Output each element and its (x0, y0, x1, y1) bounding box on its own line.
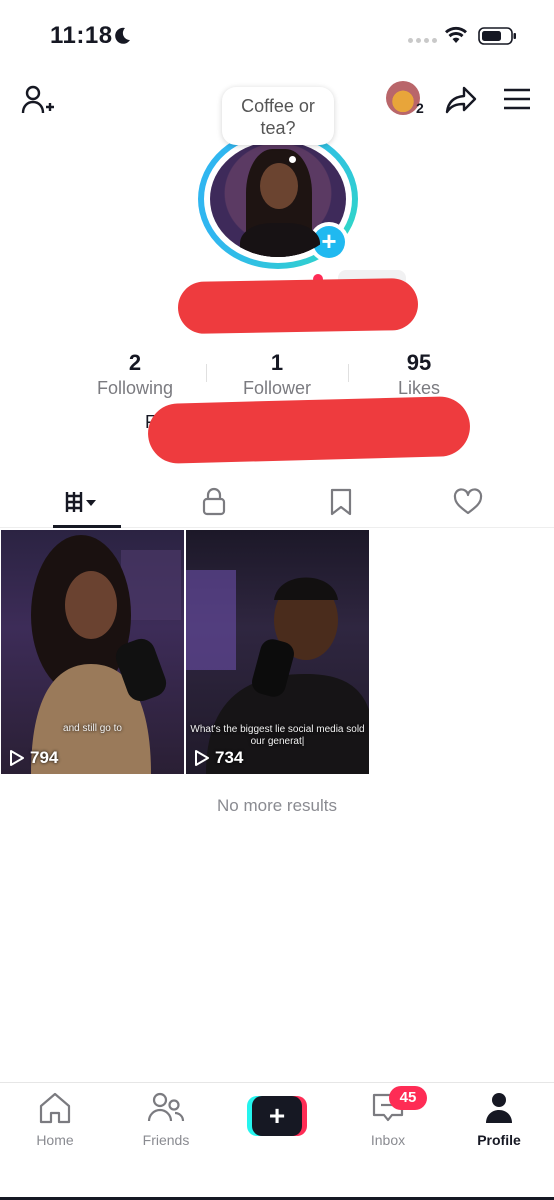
tab-liked[interactable] (423, 480, 513, 528)
wifi-icon (445, 26, 467, 43)
inbox-badge: 45 (389, 1086, 427, 1110)
play-icon (10, 750, 24, 766)
bookmark-icon (330, 488, 352, 516)
nav-home[interactable]: Home (10, 1091, 100, 1148)
moon-icon (115, 27, 130, 44)
tab-private[interactable] (169, 480, 259, 528)
visitor-avatar (386, 81, 420, 115)
video-caption: and still go to (63, 723, 122, 734)
nav-profile[interactable]: Profile (454, 1091, 544, 1148)
video-thumbnail-image (31, 535, 181, 774)
active-tab-indicator (53, 525, 121, 528)
view-count: 794 (9, 748, 58, 768)
visitors-count: 2 (416, 100, 424, 116)
stat-label: Follower (242, 378, 312, 398)
status-bar: 11:18 (0, 0, 554, 70)
stat-following[interactable]: 2 Following (65, 350, 205, 400)
video-thumbnail[interactable]: and still go to 794 (1, 530, 184, 774)
redacted-username (177, 277, 419, 335)
profile-stats: 2 Following 1 Follower 95 Likes (0, 350, 554, 400)
bottom-nav-bar: Home Friends + Inbox 45 Profile (0, 1082, 554, 1200)
add-friend-icon[interactable] (20, 83, 56, 119)
create-button[interactable]: + (247, 1096, 307, 1136)
cellular-signal-icon (408, 38, 437, 43)
nav-label: Profile (477, 1132, 521, 1148)
stat-followers[interactable]: 1 Follower (207, 350, 347, 400)
nav-label: Home (36, 1132, 74, 1148)
profile-visitors-button[interactable]: 2 (386, 81, 424, 117)
video-caption: What's the biggest lie social media sold… (190, 724, 365, 747)
view-count-value: 794 (30, 748, 59, 767)
battery-icon (478, 27, 516, 45)
status-time: 11:18 (50, 22, 113, 49)
note-bubble[interactable]: Coffee or tea? (222, 87, 334, 145)
stat-likes[interactable]: 95 Likes (349, 350, 489, 400)
redacted-bio (147, 395, 471, 465)
nav-friends[interactable]: Friends (121, 1091, 211, 1148)
tab-saved[interactable] (296, 480, 386, 528)
tab-videos[interactable] (42, 480, 132, 528)
content-tabs (0, 480, 554, 528)
stat-value: 95 (406, 350, 432, 375)
play-icon (195, 750, 209, 766)
no-more-results: No more results (217, 796, 337, 815)
stat-value: 1 (270, 350, 284, 375)
view-count: 734 (194, 748, 243, 768)
lock-icon (202, 487, 226, 516)
grid-icon (65, 492, 96, 512)
stat-value: 2 (128, 350, 142, 375)
friends-icon (147, 1092, 185, 1122)
heart-icon (453, 488, 483, 515)
menu-icon[interactable] (503, 87, 531, 111)
note-bubble-tail (289, 156, 296, 163)
video-thumbnail[interactable]: What's the biggest lie social media sold… (186, 530, 369, 774)
stat-label: Following (96, 378, 174, 398)
view-count-value: 734 (215, 748, 244, 767)
home-icon (39, 1092, 71, 1124)
profile-icon (486, 1093, 512, 1123)
nav-label: Friends (142, 1132, 190, 1148)
nav-label: Inbox (370, 1132, 406, 1148)
share-icon[interactable] (444, 85, 478, 115)
plus-icon: + (252, 1096, 302, 1136)
